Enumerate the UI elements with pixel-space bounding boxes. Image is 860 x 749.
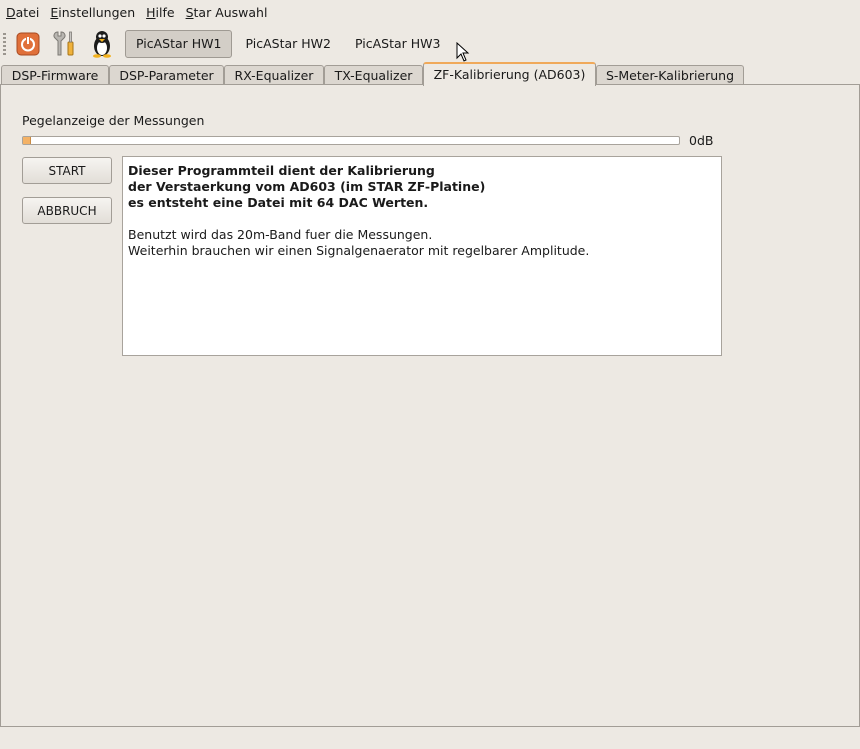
menu-hilfe[interactable]: Hilfe [146, 5, 174, 20]
start-button[interactable]: START [22, 157, 112, 184]
tab-tx-equalizer[interactable]: TX-Equalizer [324, 65, 423, 85]
level-meter-fill [23, 137, 31, 144]
power-icon[interactable] [14, 30, 42, 58]
abort-button[interactable]: ABBRUCH [22, 197, 112, 224]
tab-rx-equalizer[interactable]: RX-Equalizer [224, 65, 324, 85]
hw3-button[interactable]: PicAStar HW3 [344, 30, 451, 58]
tools-icon[interactable] [51, 30, 79, 58]
info-bold-line: der Verstaerkung vom AD603 (im STAR ZF-P… [128, 179, 486, 194]
menu-datei[interactable]: Datei [6, 5, 39, 20]
level-meter [22, 136, 680, 145]
tab-dsp-firmware[interactable]: DSP-Firmware [1, 65, 109, 85]
info-text-area[interactable]: Dieser Programmteil dient der Kalibrieru… [122, 156, 722, 356]
hw1-button[interactable]: PicAStar HW1 [125, 29, 233, 58]
toolbar-grip[interactable] [3, 32, 6, 55]
menu-star-auswahl[interactable]: Star Auswahl [186, 5, 268, 20]
tab-bar: DSP-Firmware DSP-Parameter RX-Equalizer … [0, 62, 860, 86]
info-line: Weiterhin brauchen wir einen Signalgenae… [128, 243, 590, 258]
mouse-cursor-icon [456, 42, 470, 62]
status-bar [0, 727, 860, 749]
tab-s-meter-kalibrierung[interactable]: S-Meter-Kalibrierung [596, 65, 744, 85]
tab-zf-kalibrierung[interactable]: ZF-Kalibrierung (AD603) [423, 62, 596, 86]
info-bold-line: es entsteht eine Datei mit 64 DAC Werten… [128, 195, 429, 210]
tab-dsp-parameter[interactable]: DSP-Parameter [109, 65, 224, 85]
tux-penguin-icon[interactable] [88, 30, 116, 58]
menu-bar: Datei Einstellungen Hilfe Star Auswahl [0, 0, 860, 24]
measurement-label: Pegelanzeige der Messungen [22, 113, 205, 128]
toolbar: PicAStar HW1 PicAStar HW2 PicAStar HW3 [0, 25, 860, 62]
level-readout: 0dB [689, 133, 714, 148]
hw2-button[interactable]: PicAStar HW2 [234, 30, 341, 58]
info-bold-line: Dieser Programmteil dient der Kalibrieru… [128, 163, 435, 178]
info-line: Benutzt wird das 20m-Band fuer die Messu… [128, 227, 433, 242]
menu-einstellungen[interactable]: Einstellungen [50, 5, 135, 20]
